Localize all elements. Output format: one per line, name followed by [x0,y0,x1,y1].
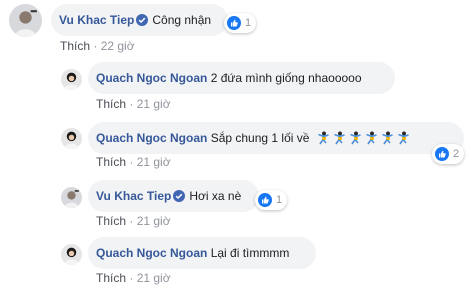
like-reaction-icon [258,193,272,207]
like-link[interactable]: Thích [96,271,126,285]
reaction-count: 1 [276,194,283,206]
comment-time[interactable]: 21 giờ [137,155,171,169]
comment-author[interactable]: Vu Khac Tiep [96,189,171,203]
comment-bubble: Quach Ngoc Ngoan Lại đi tìmmmm [88,237,316,269]
separator: · [129,97,134,111]
separator: · [129,214,134,228]
comment-text: Lại đi tìmmmm [210,246,290,260]
reaction-badge[interactable]: 2 [432,144,465,164]
comment-bubble: Quach Ngoc Ngoan Sắp chung 1 lối về [88,122,464,154]
like-reaction-icon [227,16,241,30]
comment-author[interactable]: Quach Ngoc Ngoan [96,71,207,85]
comment-text: 2 đứa mình giống nhaooooo [210,71,362,85]
dancer-emoji-icon [381,131,393,145]
comment-meta: Thích · 21 giờ [96,97,171,111]
like-link[interactable]: Thích [96,97,126,111]
comment-bubble: Quach Ngoc Ngoan 2 đứa mình giống nhaooo… [88,62,395,94]
like-link[interactable]: Thích [96,155,126,169]
comment-text: Sắp chung 1 lối về [210,131,310,145]
dancer-emoji-icon [317,131,329,145]
emoji-run [317,131,410,145]
separator: · [129,271,134,285]
dancer-emoji-icon [397,131,409,145]
dancer-emoji-icon [349,131,361,145]
reaction-badge[interactable]: 1 [224,13,257,33]
avatar[interactable] [61,69,82,90]
comment-text: Hơi xa nè [189,189,242,203]
comment-author[interactable]: Quach Ngoc Ngoan [96,246,207,260]
comment-text: Công nhận [152,13,212,27]
comment-meta: Thích · 22 giờ [60,39,135,53]
comment-bubble: Vu Khac Tiep Hơi xa nè [88,180,259,212]
comment-author[interactable]: Vu Khac Tiep [59,13,134,27]
avatar[interactable] [61,128,82,149]
comment-time[interactable]: 21 giờ [137,214,171,228]
comment-time[interactable]: 21 giờ [137,97,171,111]
comment-bubble: Vu Khac Tiep Công nhận [51,4,228,36]
like-reaction-icon [435,147,449,161]
verified-badge-icon [173,190,186,202]
separator: · [129,155,134,169]
dancer-emoji-icon [365,131,377,145]
avatar[interactable] [61,187,82,208]
comment-time[interactable]: 22 giờ [101,39,135,53]
reaction-count: 2 [453,148,460,160]
comment-meta: Thích · 21 giờ [96,271,171,285]
like-link[interactable]: Thích [96,214,126,228]
avatar[interactable] [61,244,82,265]
verified-badge-icon [136,14,149,26]
comment-meta: Thích · 21 giờ [96,214,171,228]
comment-author[interactable]: Quach Ngoc Ngoan [96,131,207,145]
reaction-count: 1 [245,17,252,29]
comment-time[interactable]: 21 giờ [137,271,171,285]
avatar[interactable] [9,4,42,37]
reaction-badge[interactable]: 1 [255,190,288,210]
separator: · [93,39,98,53]
like-link[interactable]: Thích [60,39,90,53]
comment-meta: Thích · 21 giờ [96,155,171,169]
dancer-emoji-icon [333,131,345,145]
